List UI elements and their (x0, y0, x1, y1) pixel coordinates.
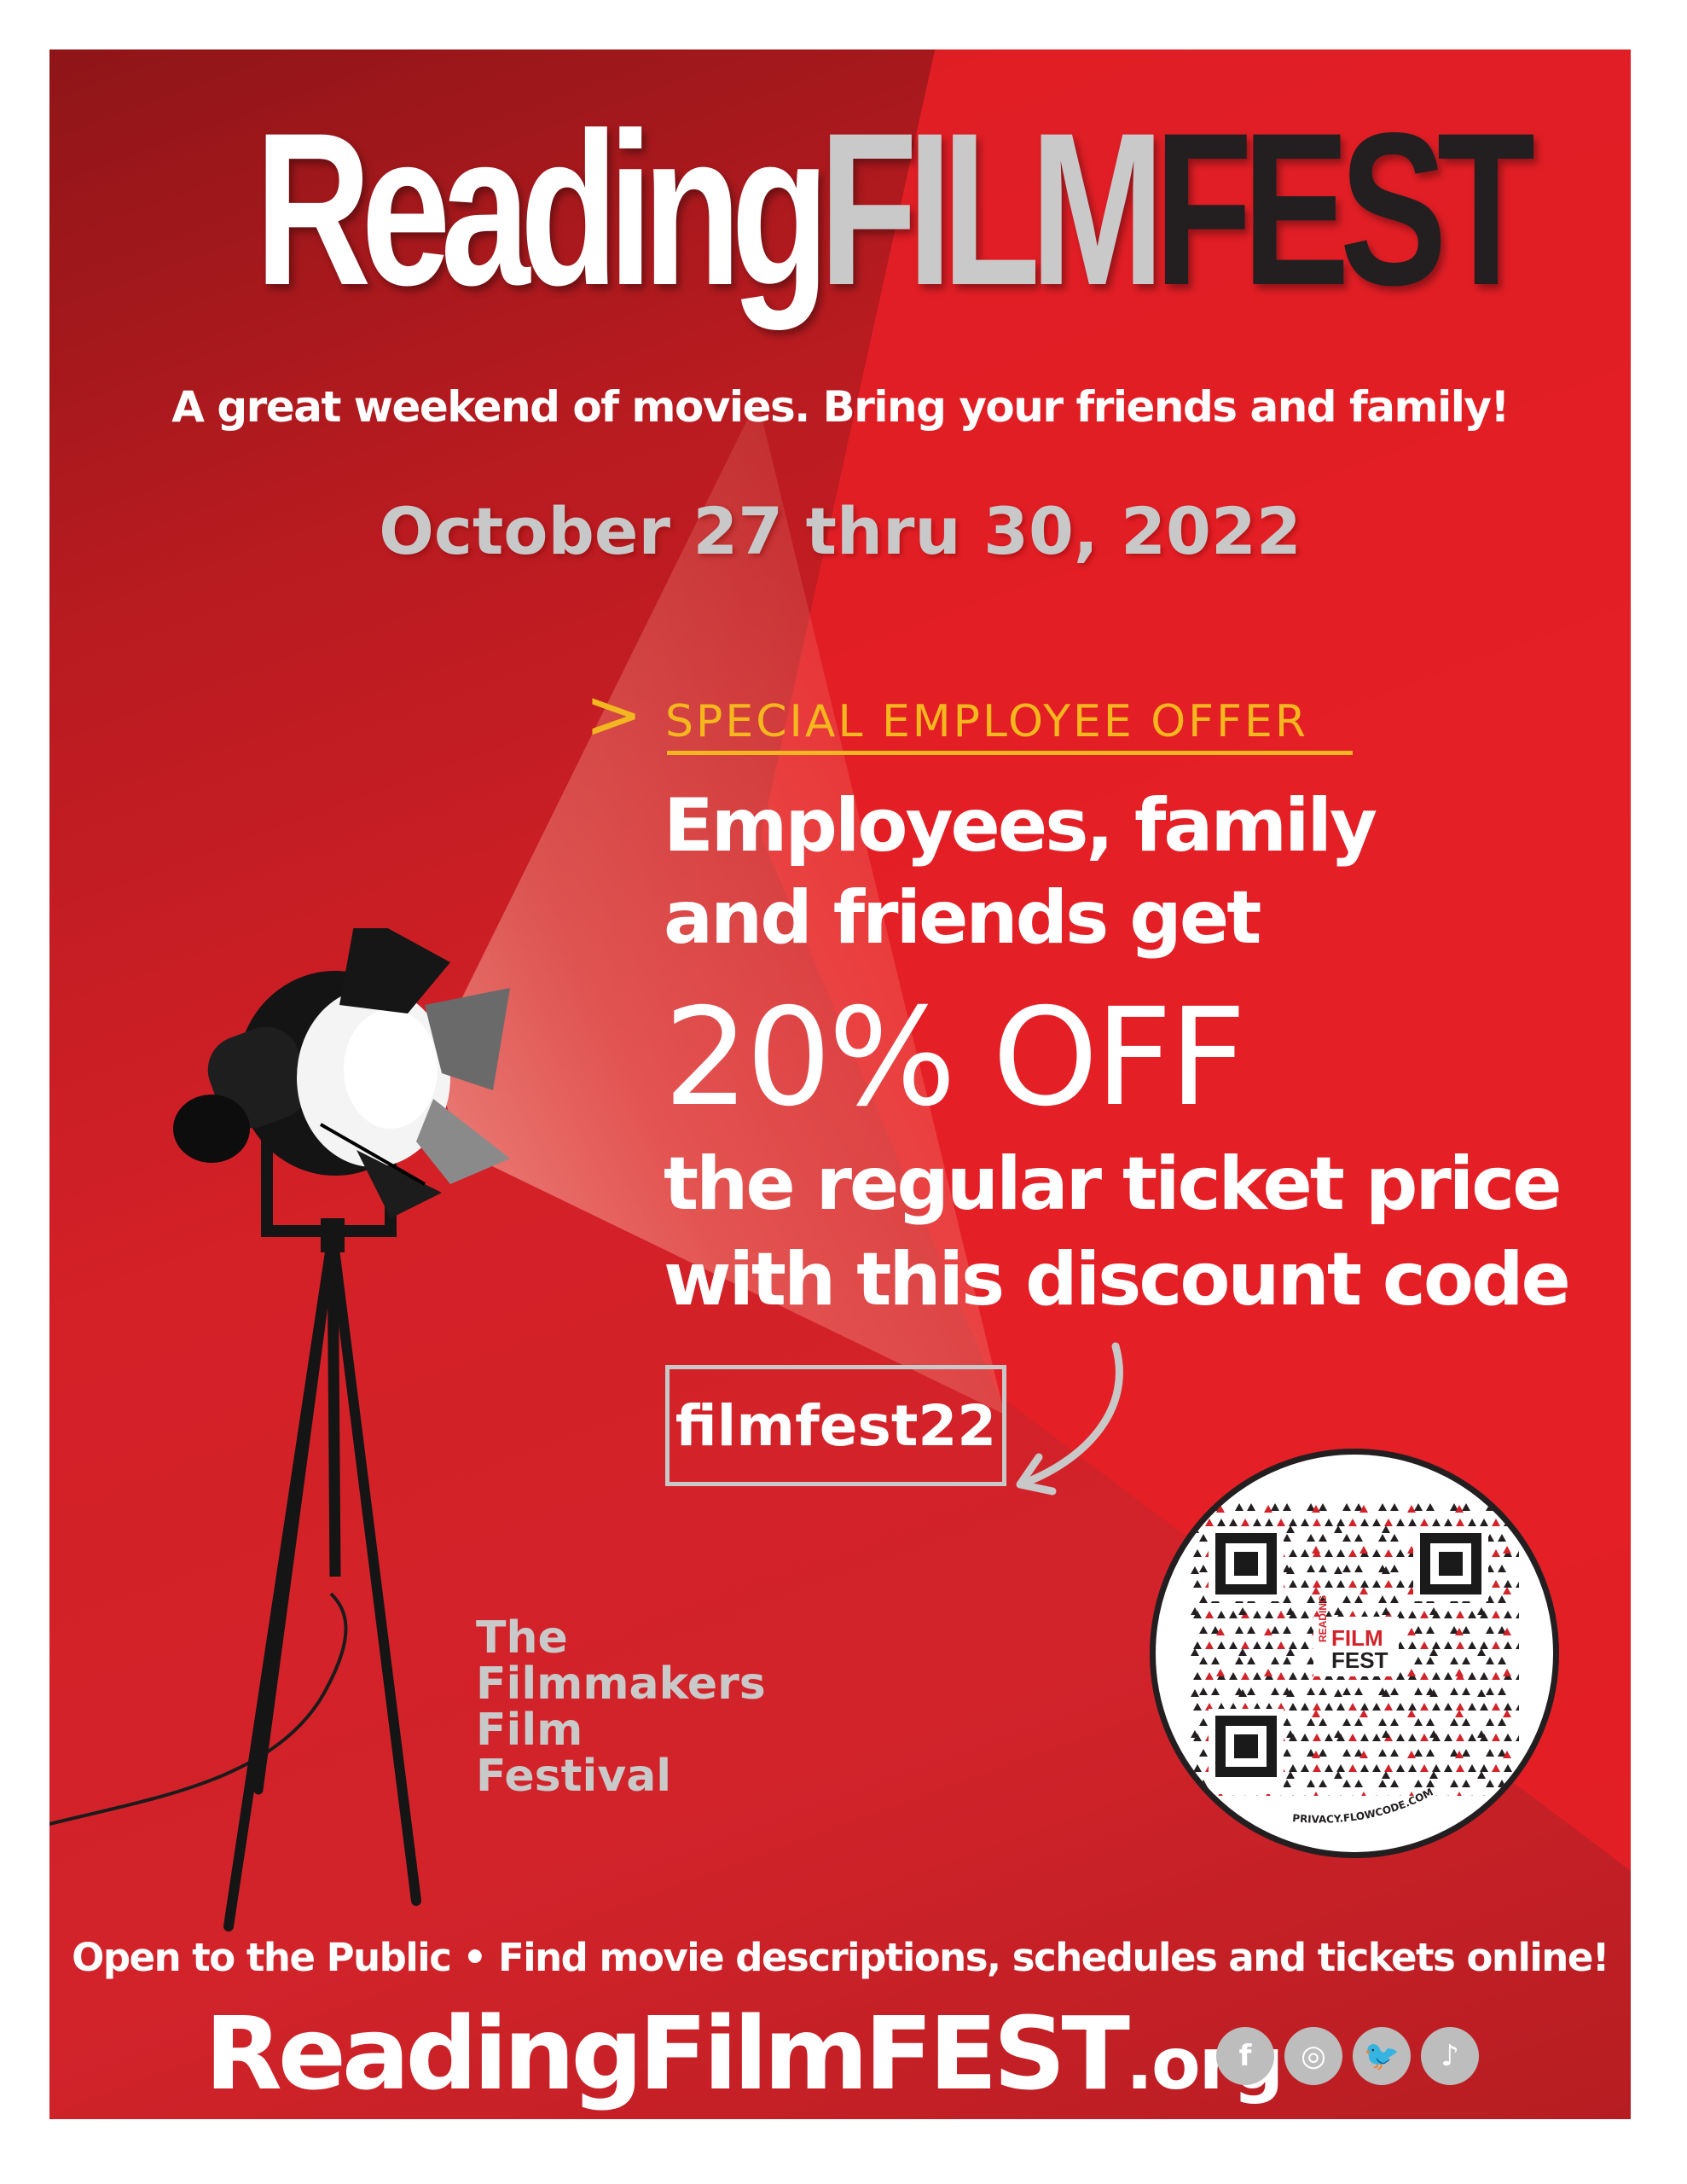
offer-heading-underline (667, 751, 1353, 755)
offer-line-5: with this discount code (664, 1237, 1571, 1322)
twitter-icon[interactable]: 🐦 (1353, 2027, 1411, 2085)
chevron-right-icon: > (585, 675, 643, 754)
offer-line-1: Employees, family (664, 783, 1377, 868)
qr-code[interactable]: READING FILM FEST FLOWCODE PRIVACY.FLOWC… (1150, 1449, 1559, 1858)
org-line-3: Film (476, 1705, 583, 1756)
discount-code-box: filmfest22 (665, 1365, 1006, 1486)
facebook-icon[interactable]: f (1216, 2027, 1274, 2085)
qr-logo-side: READING (1317, 1595, 1329, 1642)
discount-amount: 20% OFF (664, 979, 1247, 1136)
org-line-1: The (476, 1612, 568, 1664)
public-info-line: Open to the Public • Find movie descript… (72, 1935, 1609, 1980)
poster: ReadingFILMFEST A great weekend of movie… (49, 49, 1631, 2119)
title-reading: Reading (255, 88, 829, 331)
qr-brand-label: FLOWCODE (1215, 1780, 1275, 1792)
website-url[interactable]: ReadingFilmFEST.org (205, 2003, 1284, 2104)
qr-logo-bottom: FEST (1331, 1647, 1388, 1673)
instagram-icon[interactable]: ◎ (1284, 2027, 1342, 2085)
discount-code: filmfest22 (675, 1392, 997, 1459)
offer-line-2: and friends get (664, 875, 1261, 961)
title-film: FILM (819, 88, 1165, 331)
festival-dates: October 27 thru 30, 2022 (379, 493, 1301, 569)
org-line-2: Filmmakers (476, 1658, 766, 1710)
tiktok-icon[interactable]: ♪ (1421, 2027, 1479, 2085)
org-line-4: Festival (476, 1751, 672, 1802)
social-icons: f ◎ 🐦 ♪ (1216, 2027, 1479, 2085)
qr-code-graphic: READING FILM FEST FLOWCODE PRIVACY.FLOWC… (1190, 1497, 1519, 1826)
offer-line-4: the regular ticket price (664, 1141, 1562, 1227)
organization-name: The Filmmakers Film Festival (476, 1615, 766, 1799)
festival-title: ReadingFILMFEST (255, 101, 1535, 318)
website-name: ReadingFilmFEST (205, 1995, 1130, 2112)
offer-heading: SPECIAL EMPLOYEE OFFER (665, 696, 1308, 747)
title-fest: FEST (1154, 88, 1535, 331)
curved-arrow-icon (1016, 1342, 1123, 1496)
tagline: A great weekend of movies. Bring your fr… (171, 382, 1510, 432)
